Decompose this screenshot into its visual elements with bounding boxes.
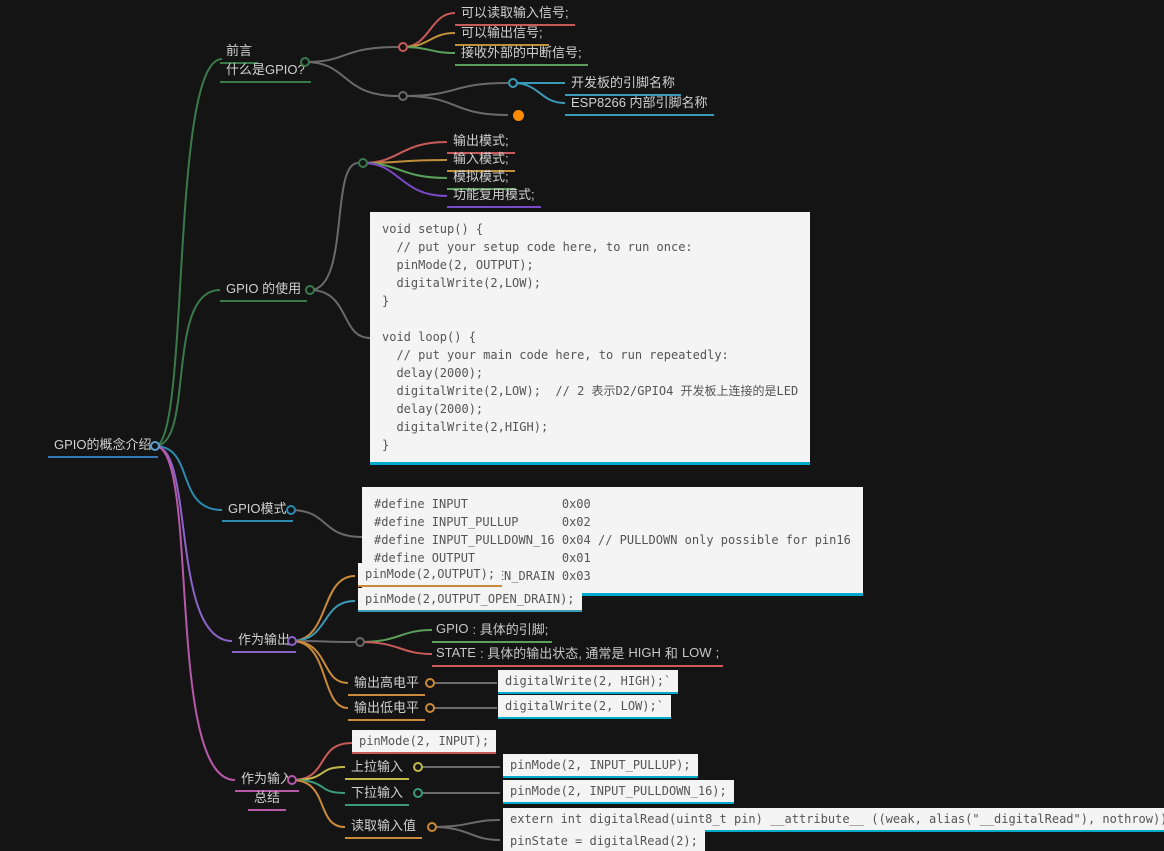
- output-high-code: digitalWrite(2, HIGH);`: [498, 670, 678, 694]
- output-low-code: digitalWrite(2, LOW);`: [498, 695, 671, 719]
- output-sub-dot: [355, 637, 365, 647]
- gpio-use-dot: [305, 285, 315, 295]
- gpio-sub-dot-1: [398, 42, 408, 52]
- output-high-label[interactable]: 输出高电平: [348, 670, 425, 696]
- pullup-dot: [413, 762, 423, 772]
- interrupt-signal[interactable]: 接收外部的中断信号;: [455, 40, 588, 66]
- pulldown-dot: [413, 788, 423, 798]
- gpio-branch-dot: [300, 57, 310, 67]
- output-pinmode-a: pinMode(2,OUTPUT);: [358, 563, 502, 587]
- input-pinmode: pinMode(2, INPUT);: [352, 730, 496, 754]
- root-dot: [150, 441, 160, 451]
- esp8266-pin-name[interactable]: ESP8266 内部引脚名称: [565, 90, 714, 116]
- gpio-sub-dot-2: [398, 91, 408, 101]
- as-output-dot: [287, 636, 297, 646]
- summary-label[interactable]: 总结: [248, 785, 286, 811]
- gpio-mode-label[interactable]: GPIO模式: [222, 496, 293, 522]
- output-low-dot: [425, 703, 435, 713]
- gpio-use-sub-dot: [358, 158, 368, 168]
- pullup-code: pinMode(2, INPUT_PULLUP);: [503, 754, 698, 778]
- function-mode[interactable]: 功能复用模式;: [447, 182, 541, 208]
- read-input-dot: [427, 822, 437, 832]
- state-desc: STATE : 具体的输出状态, 通常是 HIGH 和 LOW ;: [432, 641, 723, 667]
- gpio-sub-dot-3: [508, 78, 518, 88]
- gpio-use-label[interactable]: GPIO 的使用: [220, 276, 307, 302]
- gpio-use-codebox: void setup() { // put your setup code he…: [370, 212, 810, 465]
- output-pinmode-b: pinMode(2,OUTPUT_OPEN_DRAIN);: [358, 588, 582, 612]
- read-code-1: extern int digitalRead(uint8_t pin) __at…: [503, 808, 1164, 832]
- output-low-label[interactable]: 输出低电平: [348, 695, 425, 721]
- pulldown-code: pinMode(2, INPUT_PULLDOWN_16);: [503, 780, 734, 804]
- gpio-solid-dot: [513, 110, 524, 121]
- read-input-label[interactable]: 读取输入值: [345, 813, 422, 839]
- root-node[interactable]: GPIO的概念介绍: [48, 432, 158, 458]
- as-input-dot: [287, 775, 297, 785]
- output-high-dot: [425, 678, 435, 688]
- pullup-label[interactable]: 上拉输入: [345, 754, 409, 780]
- read-code-2: pinState = digitalRead(2);: [503, 830, 705, 851]
- what-is-gpio-label[interactable]: 什么是GPIO?: [220, 57, 311, 83]
- pulldown-label[interactable]: 下拉输入: [345, 780, 409, 806]
- gpio-pin-desc: GPIO : 具体的引脚;: [432, 617, 552, 643]
- gpio-mode-dot: [286, 505, 296, 515]
